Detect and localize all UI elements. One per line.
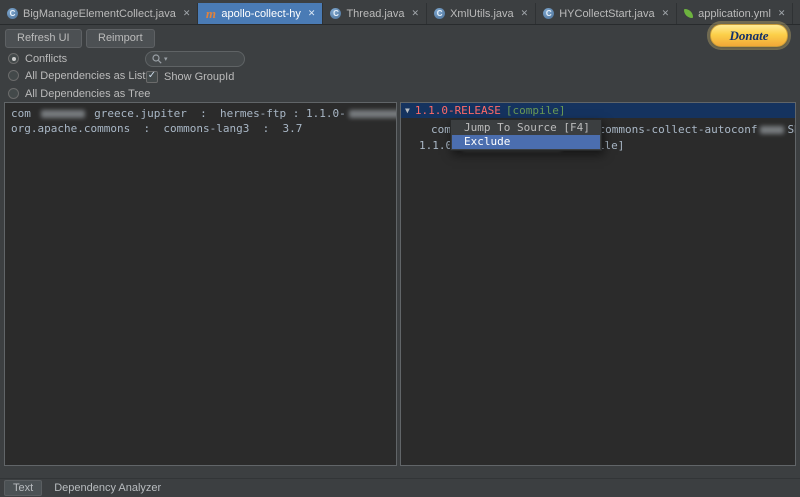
- class-icon: C: [330, 8, 342, 19]
- editor-tab-label: Thread.java: [346, 7, 405, 20]
- editor-tab[interactable]: C Thread.java ✕: [323, 3, 428, 24]
- redacted-text: [40, 109, 85, 118]
- dependency-version: 1.1.0-RELEASE: [414, 104, 501, 117]
- tree-root-row[interactable]: ▼ 1.1.0-RELEASE [compile]: [401, 103, 795, 118]
- editor-tab[interactable]: C HYCollectStart.java ✕: [536, 3, 678, 24]
- editor-tab[interactable]: C BigManageElementCollect.java ✕: [0, 3, 199, 24]
- radio-icon: [8, 53, 19, 64]
- yaml-icon: [684, 9, 694, 18]
- show-groupid-checkbox[interactable]: ✓ Show GroupId: [146, 70, 234, 83]
- radio-option[interactable]: All Dependencies as List: [8, 69, 145, 82]
- close-icon[interactable]: ✕: [308, 8, 316, 19]
- dependency-text: org.apache.commons : commons-lang3 : 3.7: [11, 122, 303, 135]
- donate-button[interactable]: Donate: [710, 24, 788, 47]
- editor-tab-bar: C BigManageElementCollect.java ✕ m apollo-co…: [0, 0, 800, 25]
- dependency-text: SH: [787, 123, 795, 136]
- dependency-text: greece.jupiter : hermes-ftp : 1.1.0-: [87, 107, 346, 120]
- redacted-text: [760, 125, 785, 134]
- context-menu-item[interactable]: Jump To Source [F4]: [452, 121, 600, 135]
- editor-tab-label: XmlUtils.java: [450, 7, 514, 20]
- dependency-list-item[interactable]: com greece.jupiter : hermes-ftp : 1.1.0-: [5, 106, 396, 121]
- class-icon: C: [543, 8, 555, 19]
- editor-tab[interactable]: application.yml ✕: [677, 3, 794, 24]
- dependency-list-panel: com greece.jupiter : hermes-ftp : 1.1.0-…: [4, 102, 397, 466]
- radio-option[interactable]: All Dependencies as Tree: [8, 87, 150, 100]
- dependency-list-item[interactable]: org.apache.commons : commons-lang3 : 3.7: [5, 121, 396, 136]
- editor-tab-label: BigManageElementCollect.java: [23, 7, 176, 20]
- checkbox-icon: ✓: [146, 70, 158, 83]
- close-icon[interactable]: ✕: [778, 8, 786, 19]
- close-icon[interactable]: ✕: [412, 8, 420, 19]
- checkbox-label: Show GroupId: [164, 70, 235, 83]
- bottom-tab-bar: Text Dependency Analyzer: [0, 478, 800, 497]
- radio-option[interactable]: Conflicts: [8, 52, 67, 65]
- radio-icon: [8, 70, 19, 81]
- bottom-tab[interactable]: Dependency Analyzer: [46, 481, 169, 495]
- maven-icon: m: [205, 6, 216, 21]
- editor-tab-label: application.yml: [698, 7, 771, 20]
- expander-icon[interactable]: ▼: [405, 106, 410, 115]
- ide-window: C BigManageElementCollect.java ✕ m apollo-co…: [0, 0, 800, 497]
- search-icon: [152, 54, 162, 64]
- redacted-text: [348, 109, 396, 118]
- chevron-down-icon: ▾: [164, 55, 168, 63]
- close-icon[interactable]: ✕: [662, 8, 670, 19]
- dependency-text: commons-collect-autoconf: [598, 123, 758, 136]
- editor-tab[interactable]: C XmlUtils.java ✕: [427, 3, 537, 24]
- context-menu-item[interactable]: Exclude: [452, 135, 600, 149]
- radio-label: All Dependencies as List: [25, 69, 146, 82]
- search-input[interactable]: ▾: [145, 51, 245, 67]
- editor-tab[interactable]: m apollo-collect-hy ✕: [198, 3, 324, 24]
- radio-label: Conflicts: [25, 52, 68, 65]
- class-icon: C: [434, 8, 446, 19]
- dependency-tree-panel: ▼ 1.1.0-RELEASE [compile] com. commons-co…: [400, 102, 796, 466]
- dependency-scope: [compile]: [505, 104, 566, 117]
- reimport-button[interactable]: Reimport: [86, 29, 155, 48]
- refresh-ui-button[interactable]: Refresh UI: [5, 29, 82, 48]
- radio-label: All Dependencies as Tree: [25, 87, 151, 100]
- editor-tab-label: HYCollectStart.java: [559, 7, 655, 20]
- bottom-tab[interactable]: Text: [4, 480, 43, 496]
- context-menu: Jump To Source [F4] Exclude: [450, 119, 602, 151]
- editor-tab-label: apollo-collect-hy: [221, 7, 301, 20]
- radio-icon: [8, 88, 19, 99]
- close-icon[interactable]: ✕: [183, 8, 191, 19]
- class-icon: C: [7, 8, 18, 19]
- close-icon[interactable]: ✕: [521, 8, 529, 19]
- dependency-text: com: [11, 107, 38, 120]
